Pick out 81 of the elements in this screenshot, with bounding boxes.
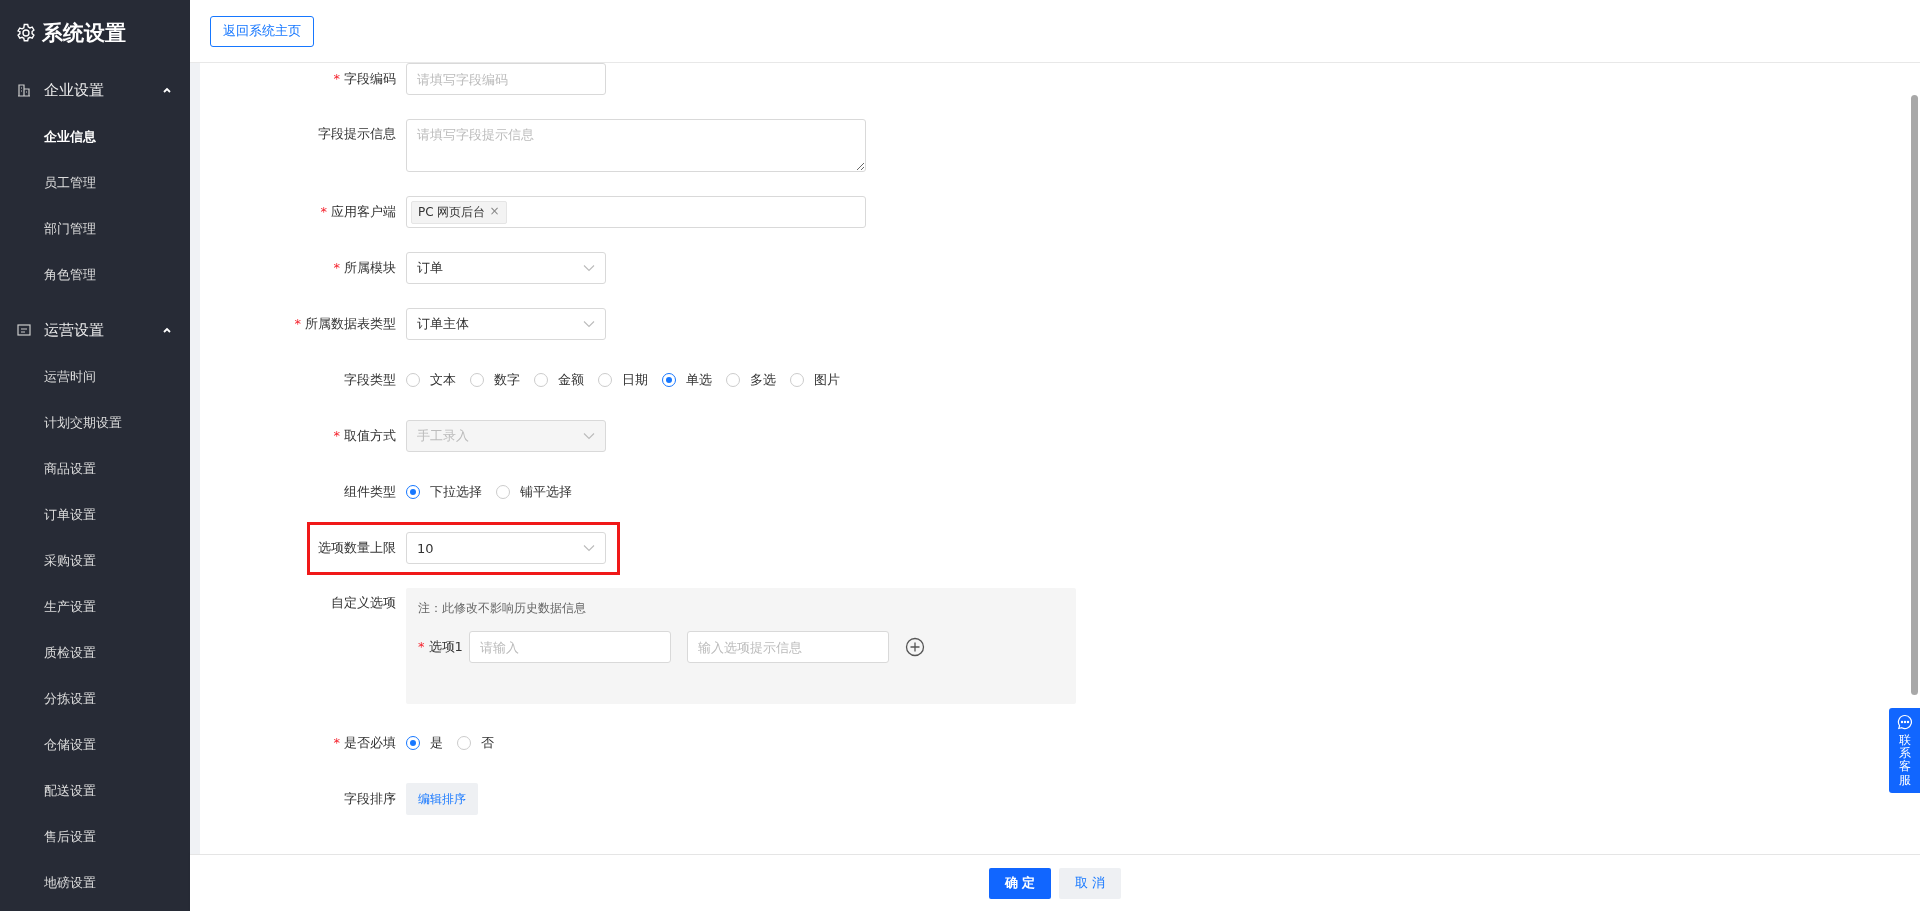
sidebar-item[interactable]: 运营时间: [0, 354, 190, 400]
field-label: 选项数量上限: [317, 539, 397, 557]
add-icon[interactable]: [904, 637, 925, 657]
cancel-button[interactable]: 取 消: [1059, 867, 1122, 899]
radio-button[interactable]: [406, 485, 420, 499]
radio-button[interactable]: [457, 736, 471, 750]
back-button[interactable]: 返回系统主页: [210, 15, 314, 47]
field-label: 组件类型: [343, 483, 397, 501]
sidebar-item[interactable]: 计划交期设置: [0, 400, 190, 446]
input-field[interactable]: 请输入: [468, 631, 671, 663]
field-label: * 是否必填: [332, 734, 397, 752]
text-area[interactable]: 请填写字段提示信息: [406, 119, 866, 172]
radio-button[interactable]: [534, 373, 548, 387]
option-label: * 选项1: [418, 638, 463, 656]
radio-label[interactable]: 文本: [430, 371, 456, 389]
confirm-button[interactable]: 确 定: [988, 867, 1052, 899]
note-text: 注：此修改不影响历史数据信息: [418, 600, 587, 617]
sidebar-item[interactable]: 商品设置: [0, 446, 190, 492]
select-field[interactable]: 订单主体: [406, 308, 606, 340]
radio-label[interactable]: 铺平选择: [520, 483, 572, 501]
field-label: * 应用客户端: [319, 203, 397, 221]
radio-button[interactable]: [790, 373, 804, 387]
sidebar-title: 系统设置: [42, 20, 126, 47]
radio-button[interactable]: [496, 485, 510, 499]
field-label: * 所属模块: [332, 259, 397, 277]
chevron-down-icon: [583, 264, 595, 272]
field-label: 字段排序: [343, 790, 397, 808]
chat-icon: [1896, 714, 1913, 730]
radio-label[interactable]: 日期: [622, 371, 648, 389]
field-label: * 字段编码: [332, 70, 397, 88]
radio-label[interactable]: 图片: [814, 371, 840, 389]
radio-label[interactable]: 单选: [686, 371, 712, 389]
select-field[interactable]: 10: [406, 532, 606, 564]
radio-button[interactable]: [406, 736, 420, 750]
sidebar-item[interactable]: 订单设置: [0, 492, 190, 538]
sidebar-item[interactable]: 企业信息: [0, 114, 190, 160]
sidebar-group[interactable]: 企业设置: [0, 66, 190, 114]
sidebar-item[interactable]: 配送设置: [0, 768, 190, 814]
chevron-down-icon: [583, 432, 595, 440]
caret-icon: [162, 325, 172, 335]
card-icon: [17, 324, 31, 336]
tag: PC 网页后台 ×: [411, 200, 507, 224]
radio-label[interactable]: 下拉选择: [430, 483, 482, 501]
radio-button[interactable]: [406, 373, 420, 387]
tag-select-field[interactable]: PC 网页后台 ×: [406, 196, 866, 228]
building-icon: [17, 83, 31, 97]
radio-button[interactable]: [662, 373, 676, 387]
edit-sort-button[interactable]: 编辑排序: [406, 783, 478, 815]
sidebar-item[interactable]: 员工管理: [0, 160, 190, 206]
contact-support-button[interactable]: 联系客服: [1889, 708, 1920, 793]
radio-label[interactable]: 多选: [750, 371, 776, 389]
radio-label[interactable]: 金额: [558, 371, 584, 389]
sidebar-item[interactable]: 售后设置: [0, 814, 190, 860]
chevron-down-icon: [583, 320, 595, 328]
radio-button[interactable]: [726, 373, 740, 387]
chevron-down-icon: [583, 544, 595, 552]
select-field[interactable]: 订单: [406, 252, 606, 284]
radio-label[interactable]: 数字: [494, 371, 520, 389]
field-label: * 取值方式: [332, 427, 397, 445]
caret-icon: [162, 85, 172, 95]
sidebar-item[interactable]: 分拣设置: [0, 676, 190, 722]
sidebar-item[interactable]: 角色管理: [0, 252, 190, 298]
sidebar-item[interactable]: 地磅设置: [0, 860, 190, 906]
field-label: * 所属数据表类型: [293, 315, 397, 333]
radio-label[interactable]: 否: [481, 734, 494, 752]
input-field[interactable]: 请填写字段编码: [406, 63, 606, 95]
field-label: 自定义选项: [330, 594, 397, 612]
radio-button[interactable]: [598, 373, 612, 387]
sidebar-item[interactable]: 生产设置: [0, 584, 190, 630]
field-label: 字段提示信息: [317, 125, 397, 143]
sidebar-group[interactable]: 运营设置: [0, 306, 190, 354]
radio-button[interactable]: [470, 373, 484, 387]
sidebar-item[interactable]: 采购设置: [0, 538, 190, 584]
input-field[interactable]: 输入选项提示信息: [686, 631, 889, 663]
scrollbar[interactable]: [1911, 95, 1918, 695]
radio-label[interactable]: 是: [430, 734, 443, 752]
settings-icon: [16, 23, 36, 43]
sidebar-item[interactable]: 仓储设置: [0, 722, 190, 768]
sidebar-item[interactable]: 质检设置: [0, 630, 190, 676]
field-label: 字段类型: [343, 371, 397, 389]
sidebar-item[interactable]: 部门管理: [0, 206, 190, 252]
